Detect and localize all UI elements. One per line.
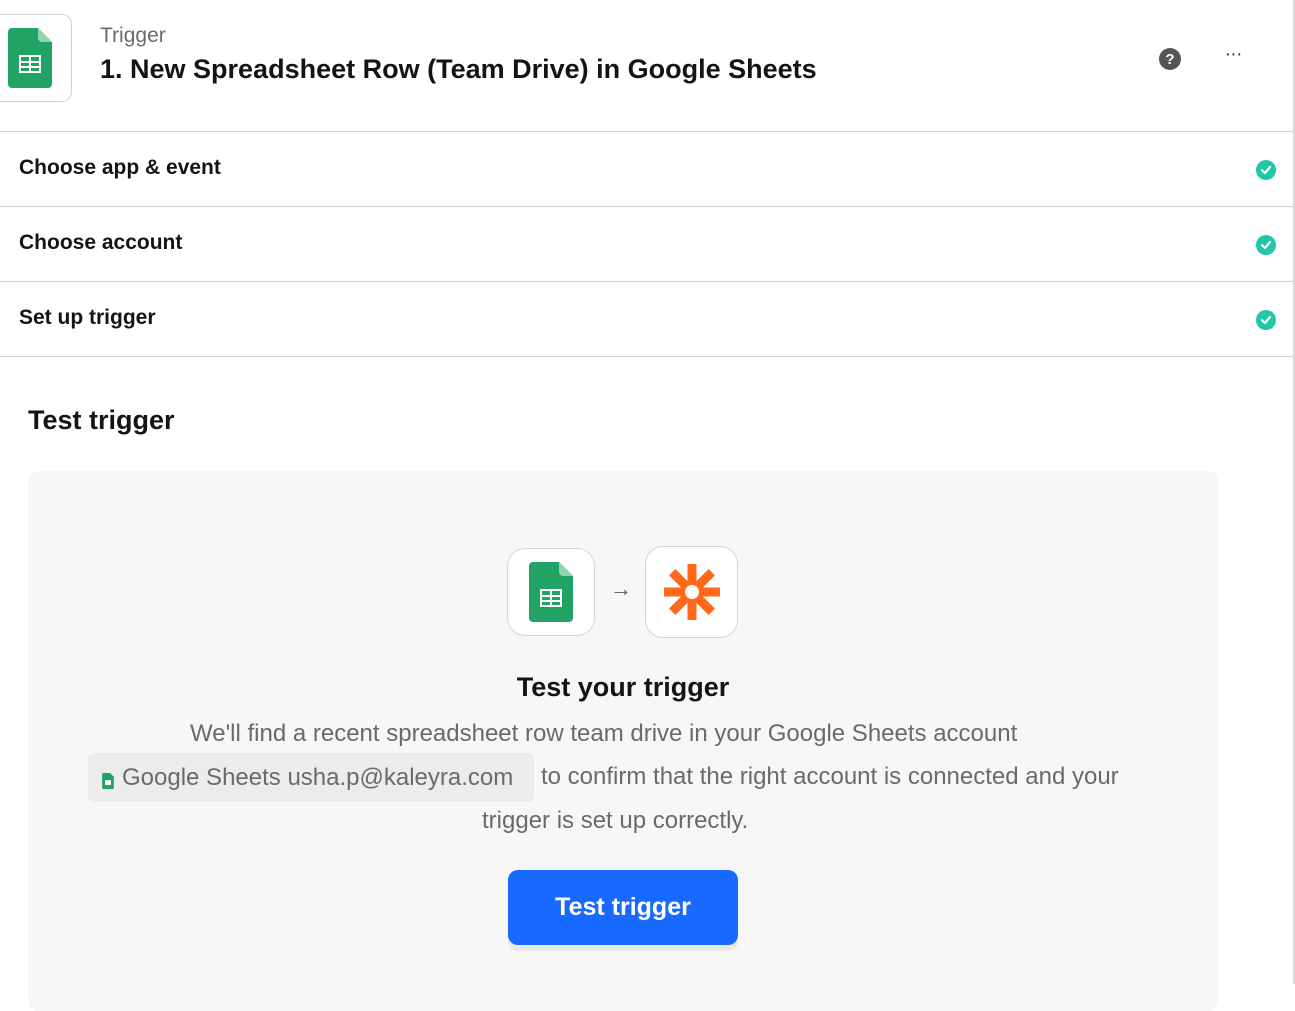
account-chip: Google Sheets usha.p@kaleyra.com — [88, 753, 534, 802]
google-sheets-icon — [102, 772, 114, 789]
check-circle-icon — [1256, 310, 1276, 330]
description-line-1: We'll find a recent spreadsheet row team… — [190, 720, 1018, 747]
google-sheets-icon — [529, 562, 573, 622]
more-options-icon[interactable]: ··· — [1220, 43, 1246, 73]
step-label: Choose account — [19, 231, 183, 254]
app-icon-tile — [0, 14, 72, 102]
header-kicker: Trigger — [100, 24, 166, 47]
source-app-tile — [507, 548, 595, 636]
test-heading: Test your trigger — [516, 672, 730, 702]
account-chip-label: Google Sheets usha.p@kaleyra.com — [122, 763, 514, 791]
check-circle-icon — [1256, 160, 1276, 180]
description-line-2: to confirm that the right account is con… — [541, 763, 1119, 790]
help-icon[interactable]: ? — [1159, 48, 1181, 70]
step-set-up-trigger[interactable]: Set up trigger — [0, 282, 1293, 357]
description-line-3: trigger is set up correctly. — [482, 807, 749, 834]
zapier-icon — [663, 564, 720, 620]
section-title: Test trigger — [28, 405, 175, 435]
page-title: 1. New Spreadsheet Row (Team Drive) in G… — [100, 54, 817, 84]
step-header: Trigger 1. New Spreadsheet Row (Team Dri… — [0, 0, 1293, 132]
google-sheets-icon — [8, 28, 52, 88]
arrow-right-icon: → — [610, 576, 632, 601]
step-label: Set up trigger — [19, 306, 156, 329]
step-label: Choose app & event — [19, 156, 221, 179]
step-choose-account[interactable]: Choose account — [0, 207, 1293, 282]
step-choose-app-event[interactable]: Choose app & event — [0, 132, 1293, 207]
check-circle-icon — [1256, 235, 1276, 255]
test-trigger-button[interactable]: Test trigger — [508, 870, 738, 945]
target-app-tile — [645, 546, 738, 638]
